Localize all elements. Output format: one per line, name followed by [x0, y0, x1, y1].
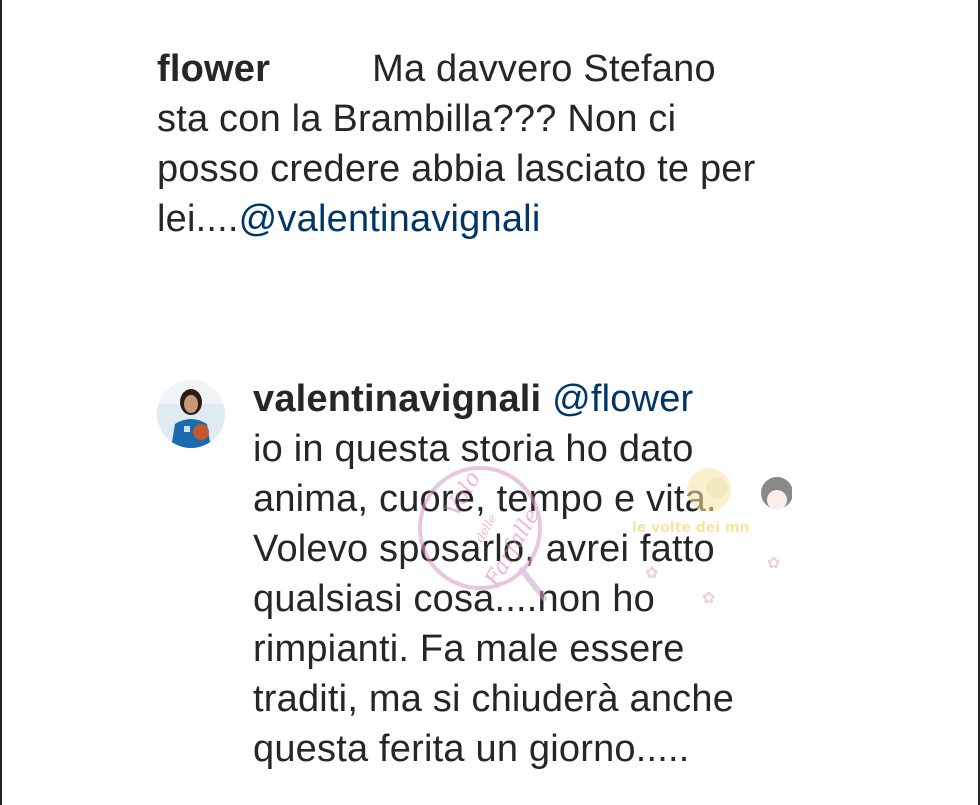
reply-line-7: questa ferita un giorno..... [253, 728, 690, 770]
reply-line-1: io in questa storia ho dato [253, 428, 694, 470]
reply-line-3: Volevo sposarlo, avrei fatto [253, 528, 715, 570]
avatar-photo [157, 380, 225, 448]
comment-text-line3: posso credere abbia lasciato te per [157, 148, 756, 190]
reply-line-6: traditi, ma si chiuderà anche [253, 678, 735, 720]
reply-mention-link[interactable]: @flower [552, 378, 693, 420]
comment-text-line1: Ma davvero Stefano [372, 48, 716, 90]
reply-line-5: rimpianti. Fa male essere [253, 628, 685, 670]
reply-line-4: qualsiasi cosa....non ho [253, 578, 655, 620]
reply-line-2: anima, cuore, tempo e vita. [253, 478, 717, 520]
left-border [0, 0, 2, 805]
comment-username[interactable]: flower [157, 48, 270, 90]
reply-body: valentinavignali @flower io in questa st… [253, 374, 893, 774]
comment-text-line2: sta con la Brambilla??? Non ci [157, 98, 677, 140]
comment: flower Ma davvero Stefano sta con la Bram… [157, 44, 857, 244]
avatar[interactable] [157, 380, 225, 448]
comment-text-line4: lei.... [157, 198, 239, 240]
comment-mention-link[interactable]: @valentinavignali [239, 198, 541, 240]
reply-username[interactable]: valentinavignali [253, 378, 541, 420]
